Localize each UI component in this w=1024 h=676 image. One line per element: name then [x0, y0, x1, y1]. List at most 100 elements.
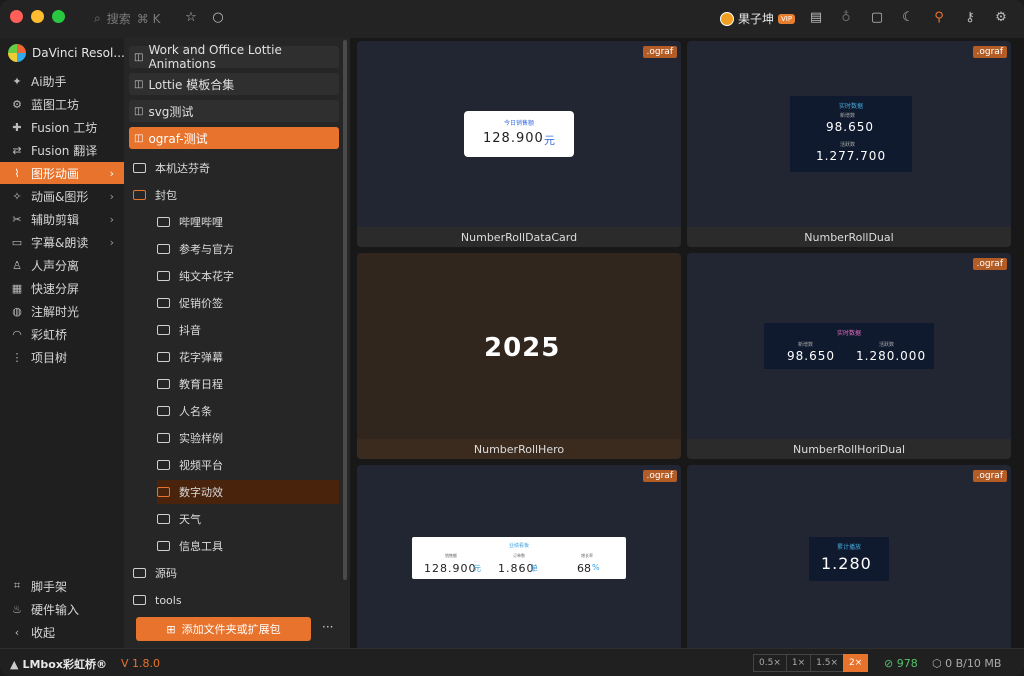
app-selector[interactable]: DaVinci Resol...: [8, 44, 125, 62]
sidebar-bottom-icon: ⌗: [13, 579, 21, 592]
lightbulb-icon[interactable]: ♁: [838, 10, 854, 26]
sidebar-item[interactable]: ✧ 动画&图形 ›: [0, 185, 124, 207]
card-title: NumberRollHoriDual: [687, 439, 1011, 459]
folder-row[interactable]: 抖音: [157, 318, 339, 342]
sidebar-bottom-item[interactable]: ⌗ 脚手架: [0, 575, 124, 597]
star-icon[interactable]: ☆: [183, 10, 199, 26]
template-card[interactable]: .ograf 实时数据 新增数 98.650 活跃数 1.277.700 NumberRol…: [687, 41, 1011, 247]
zoom-option[interactable]: 2×: [843, 654, 869, 672]
sidebar-bottom-label: 硬件输入: [31, 602, 80, 617]
main-sidebar: DaVinci Resol... ✦ Ai助手 ⚙ 蓝图工坊 ✚ Fusion 工坊 ⇄ Fu…: [0, 38, 125, 648]
folder-icon: [133, 568, 146, 578]
folder-row[interactable]: 花字弹幕: [157, 345, 339, 369]
sidebar-item[interactable]: ⚙ 蓝图工坊: [0, 93, 124, 115]
folder-scrollbar[interactable]: [343, 40, 347, 580]
preview-value: 98.650: [787, 349, 835, 363]
sidebar-item[interactable]: ▭ 字幕&朗读 ›: [0, 231, 124, 253]
user-profile[interactable]: 果子坤 VIP: [720, 10, 796, 27]
collection-tab[interactable]: ◫ Lottie 模板合集: [129, 73, 339, 95]
search-bar[interactable]: ⌕ 搜索 ⌘ K: [94, 10, 160, 27]
zoom-option[interactable]: 0.5×: [753, 654, 787, 672]
folder-label: 促销价签: [179, 297, 223, 310]
file-type-badge: .ograf: [642, 470, 677, 482]
store-icon[interactable]: ▤: [808, 10, 824, 26]
sidebar-bottom-item[interactable]: ♨ 硬件输入: [0, 598, 124, 620]
sidebar-item[interactable]: ✦ Ai助手: [0, 70, 124, 92]
sidebar-item[interactable]: ▦ 快速分屏: [0, 277, 124, 299]
folder-row[interactable]: 促销价签: [157, 291, 339, 315]
pin-icon[interactable]: ⚲: [931, 10, 947, 26]
minimize-window-button[interactable]: [31, 10, 44, 23]
zoom-window-button[interactable]: [52, 10, 65, 23]
sidebar-bottom-item[interactable]: ‹ 收起: [0, 621, 124, 643]
settings-icon[interactable]: ⚙: [993, 10, 1009, 26]
preview-text: 销售额: [445, 553, 457, 558]
collection-tab[interactable]: ◫ svg测试: [129, 100, 339, 122]
more-options-button[interactable]: ···: [322, 620, 333, 634]
folder-row[interactable]: 实验样例: [157, 426, 339, 450]
folder-row[interactable]: 教育日程: [157, 372, 339, 396]
folder-row[interactable]: 视频平台: [157, 453, 339, 477]
sidebar-item-icon: ◍: [12, 304, 22, 318]
add-folder-button[interactable]: ⊞ 添加文件夹或扩展包: [136, 617, 311, 641]
folder-row[interactable]: 信息工具: [157, 534, 339, 558]
package-icon: ◫: [134, 51, 144, 63]
sidebar-item[interactable]: ⌇ 图形动画 ›: [0, 162, 124, 184]
folder-row[interactable]: tools: [133, 588, 339, 612]
vip-badge: VIP: [778, 13, 796, 24]
folder-row[interactable]: 源码: [133, 561, 339, 585]
card-preview: 业绩看板 销售额 128.900 元订单数 1.860 单增长率 68%: [412, 537, 626, 579]
folder-row[interactable]: 天气: [157, 507, 339, 531]
folder-row[interactable]: 参考与官方: [157, 237, 339, 261]
folder-icon: [157, 325, 170, 335]
sidebar-item[interactable]: ⇄ Fusion 翻译: [0, 139, 124, 161]
app-name: DaVinci Resol...: [32, 46, 125, 60]
message-icon[interactable]: ▢: [869, 10, 885, 26]
sidebar-item-icon: ◠: [12, 327, 22, 341]
sidebar-item-icon: ⚙: [12, 97, 22, 111]
folder-row[interactable]: 人名条: [157, 399, 339, 423]
template-card[interactable]: .ograf 累计播放 1.280: [687, 465, 1011, 648]
folder-open-icon: [157, 487, 170, 497]
sidebar-item-icon: ⋮: [11, 350, 23, 364]
folder-row[interactable]: 封包: [133, 183, 339, 207]
circle-icon[interactable]: ○: [210, 10, 226, 26]
template-card[interactable]: 2025 NumberRollHero: [357, 253, 681, 459]
close-window-button[interactable]: [10, 10, 23, 23]
folder-row[interactable]: 本机达芬奇: [133, 156, 339, 180]
folder-row[interactable]: 纯文本花字: [157, 264, 339, 288]
collection-tab[interactable]: ◫ ograf-测试: [129, 127, 339, 149]
card-preview: 今日销售额 128.900 元: [464, 111, 574, 157]
item-count-value: 978: [896, 657, 918, 670]
zoom-option[interactable]: 1.5×: [810, 654, 844, 672]
chevron-right-icon: ›: [109, 189, 114, 203]
collection-tab[interactable]: ◫ Work and Office Lottie Animations: [129, 43, 339, 71]
package-icon: ◫: [134, 132, 144, 144]
sidebar-item[interactable]: ◍ 注解时光: [0, 300, 124, 322]
sidebar-item-icon: ✧: [12, 189, 22, 203]
sidebar-item-icon: ✦: [12, 74, 22, 88]
template-card[interactable]: .ograf 实时数据 新增数 98.650 活跃数 1.280.000 NumberRol…: [687, 253, 1011, 459]
template-card[interactable]: .ograf 今日销售额 128.900 元 NumberRollDataCard: [357, 41, 681, 247]
moon-icon[interactable]: ☾: [900, 10, 916, 26]
sidebar-item[interactable]: ✂ 辅助剪辑 ›: [0, 208, 124, 230]
preview-text: 活跃数: [879, 342, 895, 348]
sidebar-item[interactable]: ♙ 人声分离: [0, 254, 124, 276]
key-icon[interactable]: ⚷: [962, 10, 978, 26]
folder-row[interactable]: 数字动效: [157, 480, 339, 504]
preview-text: 新增数: [840, 113, 856, 119]
file-type-badge: .ograf: [972, 46, 1007, 58]
folder-label: 纯文本花字: [179, 270, 234, 283]
zoom-selector: 0.5× 1× 1.5× 2×: [753, 654, 869, 672]
folder-row[interactable]: 哔哩哔哩: [157, 210, 339, 234]
memory-usage: ⬡ 0 B/10 MB: [932, 657, 1001, 670]
preview-text: 新增数: [798, 342, 814, 348]
sidebar-bottom-label: 脚手架: [31, 579, 68, 594]
zoom-option[interactable]: 1×: [785, 654, 812, 672]
template-card[interactable]: .ograf 业绩看板 销售额 128.900 元订单数 1.860 单增长率 68%: [357, 465, 681, 648]
sidebar-item[interactable]: ⋮ 项目树: [0, 346, 124, 368]
sidebar-item[interactable]: ◠ 彩虹桥: [0, 323, 124, 345]
sidebar-item[interactable]: ✚ Fusion 工坊: [0, 116, 124, 138]
sidebar-item-icon: ⇄: [12, 143, 22, 157]
preview-value: 128.900: [424, 562, 477, 575]
